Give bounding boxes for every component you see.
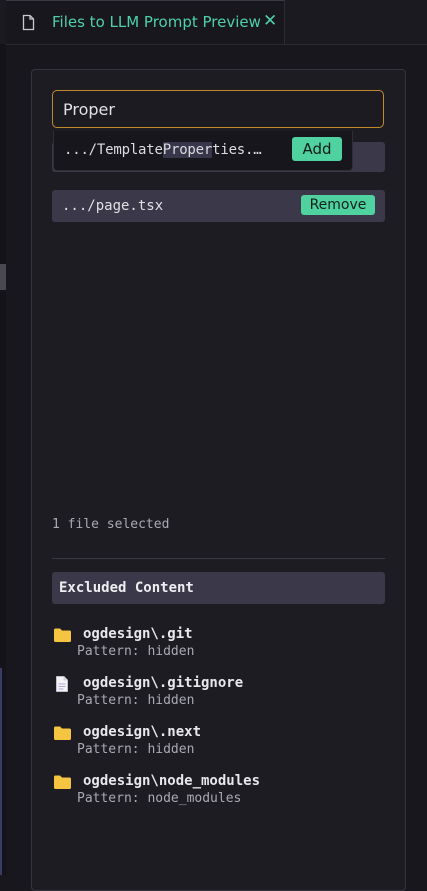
excluded-item-pattern: Pattern: hidden <box>77 742 195 757</box>
remove-button[interactable]: Remove <box>301 195 375 215</box>
excluded-item: ogdesign\node_modules Pattern: node_modu… <box>53 773 393 813</box>
excluded-item-pattern: Pattern: hidden <box>77 644 195 659</box>
match-highlight: Proper <box>162 142 213 158</box>
excluded-item-pattern: Pattern: node_modules <box>77 791 242 806</box>
excluded-item-name: ogdesign\node_modules <box>83 773 261 789</box>
close-icon[interactable]: ✕ <box>263 11 277 31</box>
excluded-item-pattern: Pattern: hidden <box>77 693 195 708</box>
add-button[interactable]: Add <box>292 137 342 161</box>
selected-file-path: .../page.tsx <box>62 198 164 214</box>
tab-files-to-llm-prompt-preview[interactable]: Files to LLM Prompt Preview ✕ <box>6 0 285 44</box>
excluded-content-header: Excluded Content <box>52 572 385 604</box>
selected-count: 1 file selected <box>52 517 170 532</box>
tab-title: Files to LLM Prompt Preview <box>52 13 261 31</box>
excluded-item-name: ogdesign\.next <box>83 724 202 740</box>
folder-icon <box>54 726 71 740</box>
file-icon <box>56 676 68 692</box>
excluded-item: ogdesign\.git Pattern: hidden <box>53 626 393 666</box>
tab-bar: Files to LLM Prompt Preview ✕ <box>0 0 427 45</box>
selected-file-row: .../page.tsx Remove <box>52 190 385 222</box>
excluded-item-name: ogdesign\.git <box>83 626 193 642</box>
divider <box>52 558 385 559</box>
suggestion-dropdown[interactable]: .../TemplateProperties.… Add <box>53 131 353 171</box>
excluded-item: ogdesign\.next Pattern: hidden <box>53 724 393 764</box>
excluded-content-title: Excluded Content <box>59 580 194 596</box>
folder-icon <box>54 775 71 789</box>
indent-guide <box>0 668 2 875</box>
excluded-item: ogdesign\.gitignore Pattern: hidden <box>53 675 393 715</box>
folder-icon <box>54 628 71 642</box>
scrollbar-thumb[interactable] <box>0 264 6 290</box>
file-icon <box>22 14 35 31</box>
search-input[interactable] <box>52 90 384 128</box>
suggestion-path[interactable]: .../TemplateProperties.… <box>64 142 262 158</box>
excluded-item-name: ogdesign\.gitignore <box>83 675 244 691</box>
